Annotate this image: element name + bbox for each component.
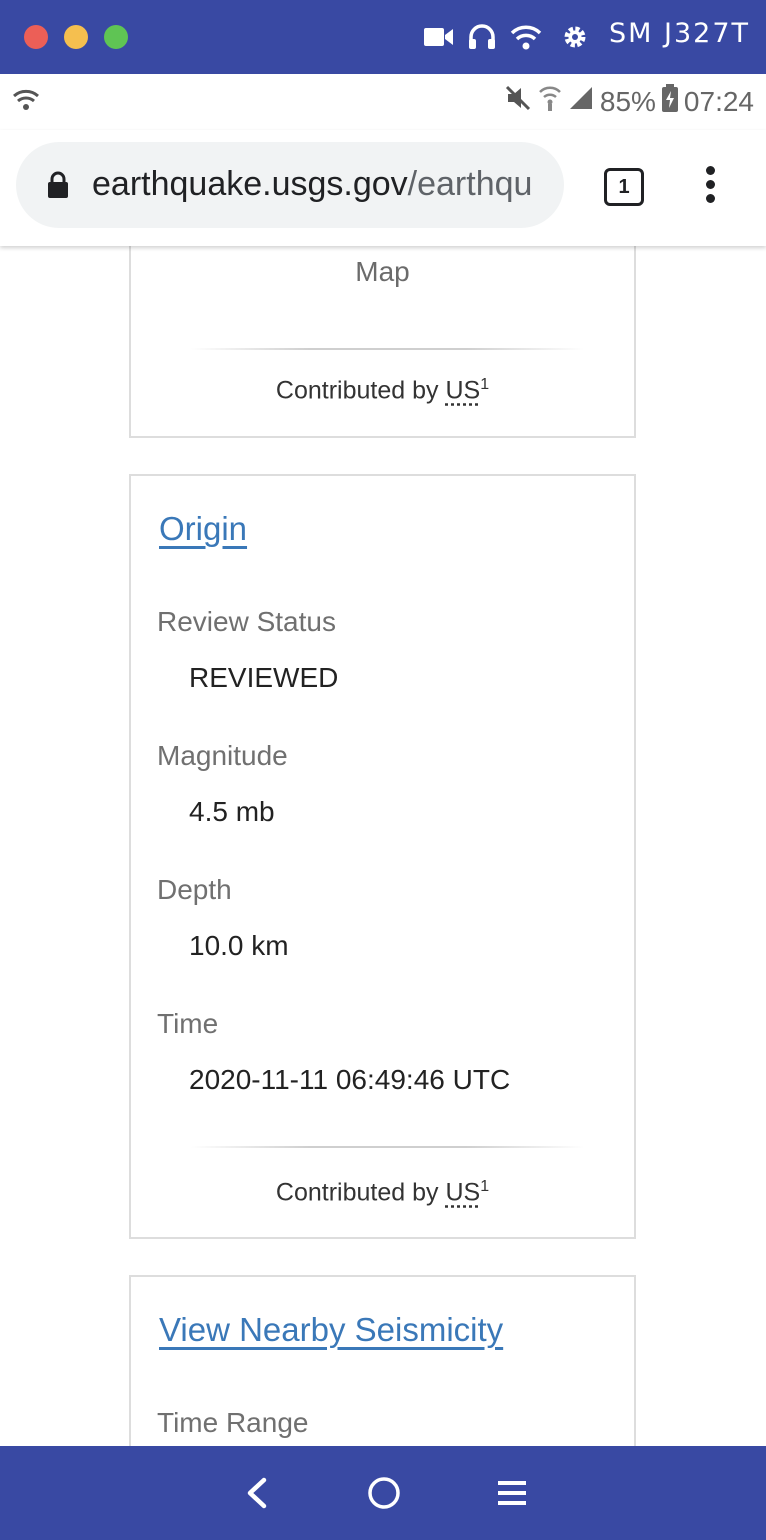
magnitude-label: Magnitude <box>157 740 288 771</box>
emulator-title-bar: SM J327T <box>0 0 766 74</box>
cell-signal-icon <box>568 85 594 118</box>
recents-menu-icon[interactable] <box>496 1476 528 1515</box>
home-icon[interactable] <box>367 1476 401 1515</box>
nearby-seismicity-card: View Nearby Seismicity Time Range <box>129 1275 636 1446</box>
network-abbreviation[interactable]: US <box>445 1178 480 1206</box>
footnote-link[interactable]: 1 <box>480 376 489 393</box>
origin-link[interactable]: Origin <box>159 510 247 548</box>
wifi-notification-icon <box>12 88 42 119</box>
close-window-button[interactable] <box>24 25 48 49</box>
time-label: Time <box>157 1008 219 1039</box>
overflow-menu-icon[interactable] <box>696 164 724 208</box>
footnote-link[interactable]: 1 <box>480 1178 489 1195</box>
url-path: /earthqu <box>407 165 533 203</box>
time-range-label: Time Range <box>157 1407 309 1438</box>
device-name: SM J327T <box>608 18 750 49</box>
url-host: earthquake.usgs.gov <box>92 165 408 203</box>
contributed-by: Contributed by US1 <box>131 376 634 405</box>
map-card: Map Contributed by US1 <box>129 246 636 438</box>
mute-icon <box>504 84 532 119</box>
lock-icon <box>46 170 70 205</box>
origin-card: Origin Review Status REVIEWED Magnitude … <box>129 474 636 1239</box>
gear-icon[interactable] <box>562 24 588 50</box>
tab-switcher-button[interactable]: 1 <box>604 168 644 206</box>
view-nearby-seismicity-link[interactable]: View Nearby Seismicity <box>159 1311 503 1349</box>
url-text[interactable]: earthquake.usgs.gov/earthqu <box>92 165 558 204</box>
browser-toolbar: earthquake.usgs.gov/earthqu 1 <box>0 130 766 246</box>
android-status-bar: 85% 07:24 <box>0 74 766 130</box>
map-label[interactable]: Map <box>131 256 634 288</box>
maximize-window-button[interactable] <box>104 25 128 49</box>
back-icon[interactable] <box>244 1476 270 1515</box>
review-status-label: Review Status <box>157 606 336 637</box>
depth-value: 10.0 km <box>189 930 289 961</box>
wifi-icon[interactable] <box>510 24 542 50</box>
network-abbreviation[interactable]: US <box>445 376 480 404</box>
divider <box>191 1146 584 1148</box>
address-bar[interactable]: earthquake.usgs.gov/earthqu <box>16 142 564 228</box>
battery-percent: 85% <box>599 85 656 117</box>
android-nav-bar <box>0 1446 766 1540</box>
headphones-icon[interactable] <box>468 24 496 50</box>
clock: 07:24 <box>683 85 754 117</box>
contributed-prefix: Contributed by <box>275 376 439 405</box>
page-content: Map Contributed by US1 Origin Review Sta… <box>0 246 766 1446</box>
minimize-window-button[interactable] <box>64 25 88 49</box>
time-value: 2020-11-11 06:49:46 UTC <box>189 1064 511 1095</box>
contributed-by: Contributed by US1 <box>131 1178 634 1207</box>
depth-label: Depth <box>157 874 232 905</box>
wifi-signal-icon <box>538 84 562 119</box>
magnitude-value: 4.5 mb <box>189 796 275 827</box>
battery-icon <box>661 84 678 119</box>
video-camera-icon[interactable] <box>424 26 454 48</box>
contributed-prefix: Contributed by <box>275 1178 439 1207</box>
review-status-value: REVIEWED <box>189 662 339 693</box>
divider <box>191 348 584 350</box>
